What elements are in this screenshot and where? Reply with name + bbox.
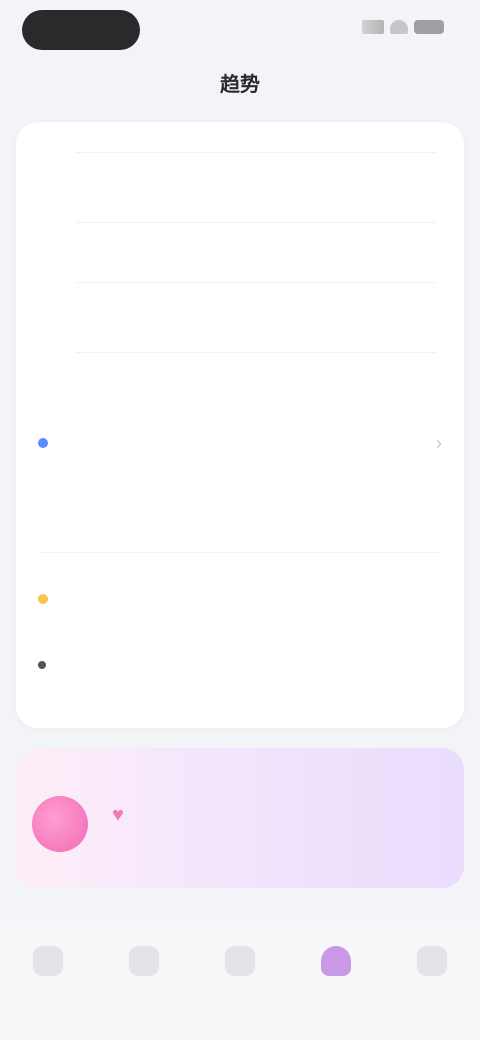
battery-icon [414,20,444,34]
chart-area [16,122,464,412]
nav-item-record[interactable] [200,946,280,1016]
nav-item-home[interactable] [8,946,88,1016]
profile-icon [417,946,447,976]
calendar-icon [129,946,159,976]
list-item[interactable] [38,584,442,614]
app-screen: 趋势 › ♥ [0,0,480,1040]
legend-dot-icon [38,594,48,604]
home-icon [33,946,63,976]
nav-item-trend[interactable] [296,946,376,1016]
list-item[interactable] [38,650,442,680]
grid-line [76,352,436,353]
grid-line [76,222,436,223]
bullet-icon [38,661,46,669]
legend-dot-icon [38,438,48,448]
avatar [32,796,88,852]
nav-item-calendar[interactable] [104,946,184,1016]
page-title: 趋势 [220,74,260,96]
dynamic-island [22,10,140,50]
grid-line [76,282,436,283]
trend-icon [321,946,351,976]
grid-line [76,152,436,153]
status-icons [362,20,444,34]
signal-icon [362,20,384,34]
section-header[interactable]: › [38,428,442,458]
trend-card: › [16,122,464,728]
heart-icon: ♥ [112,804,124,826]
wifi-icon [390,20,408,34]
status-bar [0,0,480,60]
divider [38,552,442,553]
nav-item-profile[interactable] [392,946,472,1016]
chevron-right-icon: › [436,432,442,453]
bottom-nav [0,920,480,1040]
record-icon [225,946,255,976]
promo-banner[interactable]: ♥ [16,748,464,888]
